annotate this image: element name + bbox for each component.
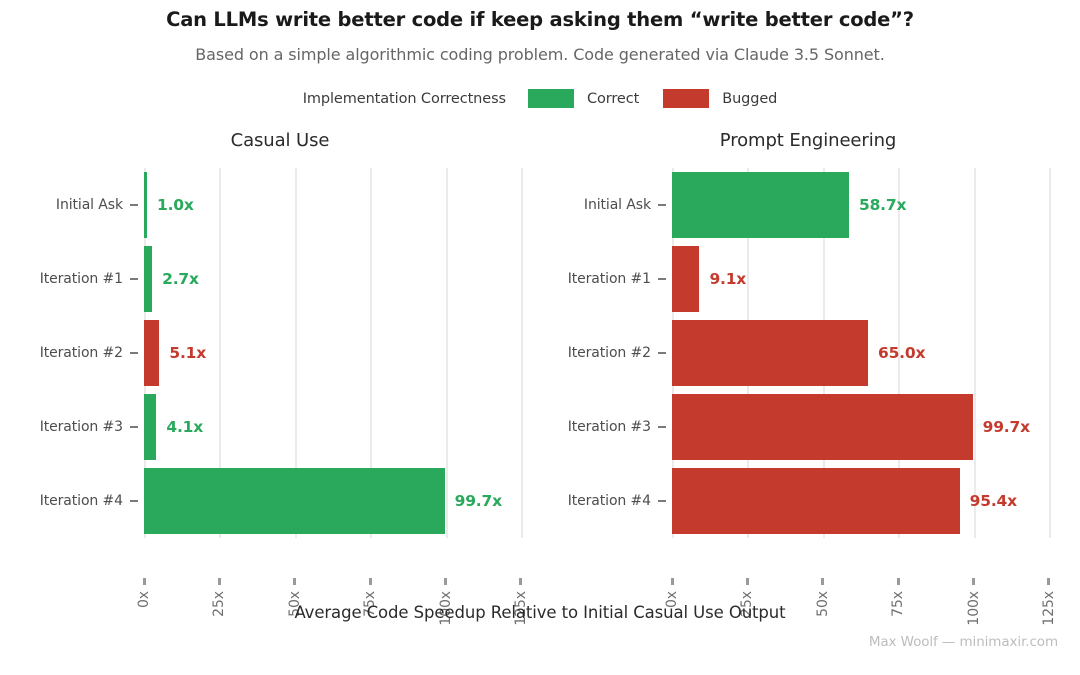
y-axis-tick-mark (130, 278, 138, 280)
bar-row[interactable]: 99.7x (672, 390, 1064, 464)
bar-value-label: 4.1x (166, 418, 204, 436)
legend-label-correct: Correct (586, 90, 640, 107)
plot-inner-casual-use: 1.0x 2.7x 5.1x 4.1x 99.7x (144, 168, 536, 538)
y-axis-label: Iteration #3 (568, 390, 672, 464)
bar-row[interactable]: 1.0x (144, 168, 536, 242)
plot-inner-prompt-engineering: 58.7x 9.1x 65.0x 99.7x 95.4x (672, 168, 1064, 538)
y-axis-tick-mark (658, 426, 666, 428)
y-axis-tick-mark (130, 500, 138, 502)
legend-label-bugged: Bugged (722, 90, 778, 107)
chart-title: Can LLMs write better code if keep askin… (166, 8, 914, 31)
bar-value-label: 9.1x (709, 270, 747, 288)
bar-row[interactable]: 2.7x (144, 242, 536, 316)
bar-row[interactable]: 5.1x (144, 316, 536, 390)
bar[interactable] (144, 394, 157, 460)
facet-title-prompt-engineering: Prompt Engineering (719, 130, 897, 151)
y-axis-tick-mark (130, 426, 138, 428)
facet-panel-prompt-engineering: Prompt Engineering Initial Ask Iteration … (552, 128, 1064, 626)
y-axis-label-text: Initial Ask (55, 197, 123, 213)
bar-row[interactable]: 65.0x (672, 316, 1064, 390)
y-axis-label-text: Iteration #2 (39, 345, 123, 361)
y-axis-label-text: Iteration #3 (39, 419, 123, 435)
legend-swatch-correct (527, 89, 574, 108)
bar-row[interactable]: 99.7x (144, 464, 536, 538)
bar[interactable] (672, 172, 849, 238)
legend-title: Implementation Correctness (302, 90, 506, 107)
chart-subtitle: Based on a simple algorithmic coding pro… (195, 45, 885, 64)
y-axis-label-text: Iteration #3 (567, 419, 651, 435)
bar-value-label: 99.7x (982, 418, 1030, 436)
y-axis-label-text: Iteration #1 (567, 271, 651, 287)
y-axis-label-text: Iteration #2 (567, 345, 651, 361)
y-axis-label-text: Iteration #4 (39, 493, 123, 509)
x-axis-tick-mark (821, 578, 825, 585)
credit-line: Max Woolf — minimaxir.com (868, 634, 1058, 650)
x-axis-tick-mark (293, 578, 297, 585)
legend-entry-correct[interactable]: Correct (527, 89, 640, 108)
bar-row[interactable]: 9.1x (672, 242, 1064, 316)
y-axis-tick-mark (658, 278, 666, 280)
y-axis-label: Initial Ask (584, 168, 672, 242)
y-axis-label-text: Initial Ask (583, 197, 651, 213)
bar-value-label: 1.0x (157, 196, 194, 214)
y-axis-label: Iteration #2 (40, 316, 144, 390)
x-axis-tick-mark (368, 578, 372, 585)
legend-entry-bugged[interactable]: Bugged (663, 89, 777, 108)
bar[interactable] (144, 246, 153, 312)
bar[interactable] (672, 320, 868, 386)
y-axis-label: Iteration #4 (40, 464, 144, 538)
y-axis-label-text: Iteration #1 (39, 271, 123, 287)
x-axis-tick-mark (670, 578, 674, 585)
legend-swatch-bugged (663, 89, 710, 108)
bar[interactable] (144, 320, 160, 386)
bar[interactable] (672, 468, 960, 534)
y-axis-label-text: Iteration #4 (567, 493, 651, 509)
bar-value-label: 65.0x (878, 344, 926, 362)
y-axis-label: Iteration #3 (40, 390, 144, 464)
x-axis-tick-mark (142, 578, 146, 585)
bar-value-label: 95.4x (969, 492, 1017, 510)
y-axis-tick-mark (658, 204, 666, 206)
bar[interactable] (672, 246, 700, 312)
bar-row[interactable]: 58.7x (672, 168, 1064, 242)
x-axis-title: Average Code Speedup Relative to Initial… (294, 603, 786, 622)
y-axis-labels-prompt-engineering: Initial Ask Iteration #1 Iteration #2 Itera… (552, 168, 672, 538)
x-axis-tick-mark (519, 578, 523, 585)
bar-value-label: 58.7x (859, 196, 907, 214)
bar[interactable] (672, 394, 973, 460)
facet-panel-casual-use: Casual Use Initial Ask Iteration #1 Iterat… (24, 128, 536, 626)
bar[interactable] (144, 468, 445, 534)
bar-rows-prompt-engineering: 58.7x 9.1x 65.0x 99.7x 95.4x (672, 168, 1064, 538)
bar-rows-casual-use: 1.0x 2.7x 5.1x 4.1x 99.7x (144, 168, 536, 538)
facet-title-casual-use: Casual Use (230, 130, 330, 151)
y-axis-tick-mark (130, 352, 138, 354)
y-axis-tick-mark (658, 500, 666, 502)
y-axis-label: Iteration #4 (568, 464, 672, 538)
bar[interactable] (144, 172, 147, 238)
plot-area-prompt-engineering: Initial Ask Iteration #1 Iteration #2 Itera… (552, 168, 1064, 626)
plot-area-casual-use: Initial Ask Iteration #1 Iteration #2 Itera… (24, 168, 536, 626)
bar-row[interactable]: 4.1x (144, 390, 536, 464)
x-axis-tick-mark (1047, 578, 1051, 585)
y-axis-label: Initial Ask (56, 168, 144, 242)
x-axis-tick-mark (972, 578, 976, 585)
x-axis-tick-mark (896, 578, 900, 585)
y-axis-labels-casual-use: Initial Ask Iteration #1 Iteration #2 Itera… (24, 168, 144, 538)
y-axis-tick-mark (130, 204, 138, 206)
y-axis-label: Iteration #2 (568, 316, 672, 390)
x-axis-tick-mark (217, 578, 221, 585)
y-axis-label: Iteration #1 (40, 242, 144, 316)
bar-value-label: 99.7x (454, 492, 502, 510)
bar-value-label: 5.1x (169, 344, 207, 362)
legend: Implementation Correctness Correct Bugge… (0, 89, 1080, 108)
y-axis-label: Iteration #1 (568, 242, 672, 316)
bar-row[interactable]: 95.4x (672, 464, 1064, 538)
y-axis-tick-mark (658, 352, 666, 354)
x-axis-tick-mark (444, 578, 448, 585)
bar-value-label: 2.7x (162, 270, 199, 288)
x-axis-tick-mark (745, 578, 749, 585)
